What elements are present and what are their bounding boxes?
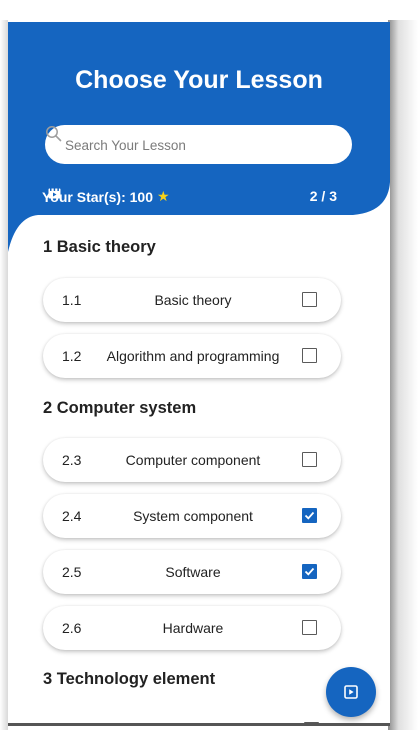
section-title: 3 Technology element xyxy=(43,670,216,688)
lesson-name: Software xyxy=(165,564,221,580)
search-bar[interactable] xyxy=(45,125,352,166)
device-frame-right xyxy=(388,20,418,730)
lesson-item[interactable]: 2.3 Computer component xyxy=(43,438,341,482)
section-title: 2 Computer system xyxy=(43,399,197,417)
star-icon: ★ xyxy=(157,188,170,204)
stars-display: Your Star(s): 100 ★ xyxy=(42,188,170,205)
play-box-icon xyxy=(344,685,358,699)
checkmark-icon xyxy=(304,511,315,520)
lesson-name: System component xyxy=(133,508,253,524)
lesson-checkbox[interactable] xyxy=(302,620,317,635)
search-input[interactable] xyxy=(63,125,307,166)
lesson-checkbox[interactable] xyxy=(302,348,317,363)
lesson-name: Computer component xyxy=(125,452,261,468)
lesson-checkbox-checked[interactable] xyxy=(302,508,317,523)
screen-bottom-edge xyxy=(8,723,390,726)
lesson-item[interactable]: 2.6 Hardware xyxy=(43,606,341,650)
search-icon[interactable] xyxy=(45,125,62,142)
lesson-number: 1.2 xyxy=(62,348,82,364)
play-fab-button[interactable] xyxy=(326,667,376,717)
lesson-item[interactable]: 2.5 Software xyxy=(43,550,341,594)
checkmark-icon xyxy=(304,567,315,576)
lesson-name: Basic theory xyxy=(154,292,232,308)
lesson-number: 2.4 xyxy=(62,508,82,524)
header: Choose Your Lesson Your Star(s): 100 ★ 2… xyxy=(8,22,390,272)
lesson-item[interactable]: 1.2 Algorithm and programming xyxy=(43,334,341,378)
lesson-item[interactable]: 2.4 System component xyxy=(43,494,341,538)
lesson-name: Hardware xyxy=(162,620,224,636)
video-icon[interactable] xyxy=(48,188,61,199)
lesson-checkbox[interactable] xyxy=(302,452,317,467)
section-title: 1 Basic theory xyxy=(43,238,156,256)
lesson-name: Algorithm and programming xyxy=(106,348,280,364)
app-screen: Choose Your Lesson Your Star(s): 100 ★ 2… xyxy=(8,22,390,725)
lesson-number: 1.1 xyxy=(62,292,82,308)
page-title: Choose Your Lesson xyxy=(75,66,323,94)
page-indicator: 2 / 3 xyxy=(309,188,337,204)
lesson-number: 2.6 xyxy=(62,620,82,636)
lesson-item[interactable]: 1.1 Basic theory xyxy=(43,278,341,322)
device-frame-left xyxy=(0,20,8,730)
lesson-checkbox-checked[interactable] xyxy=(302,564,317,579)
lesson-checkbox[interactable] xyxy=(302,292,317,307)
lesson-number: 2.5 xyxy=(62,564,82,580)
lesson-number: 2.3 xyxy=(62,452,82,468)
